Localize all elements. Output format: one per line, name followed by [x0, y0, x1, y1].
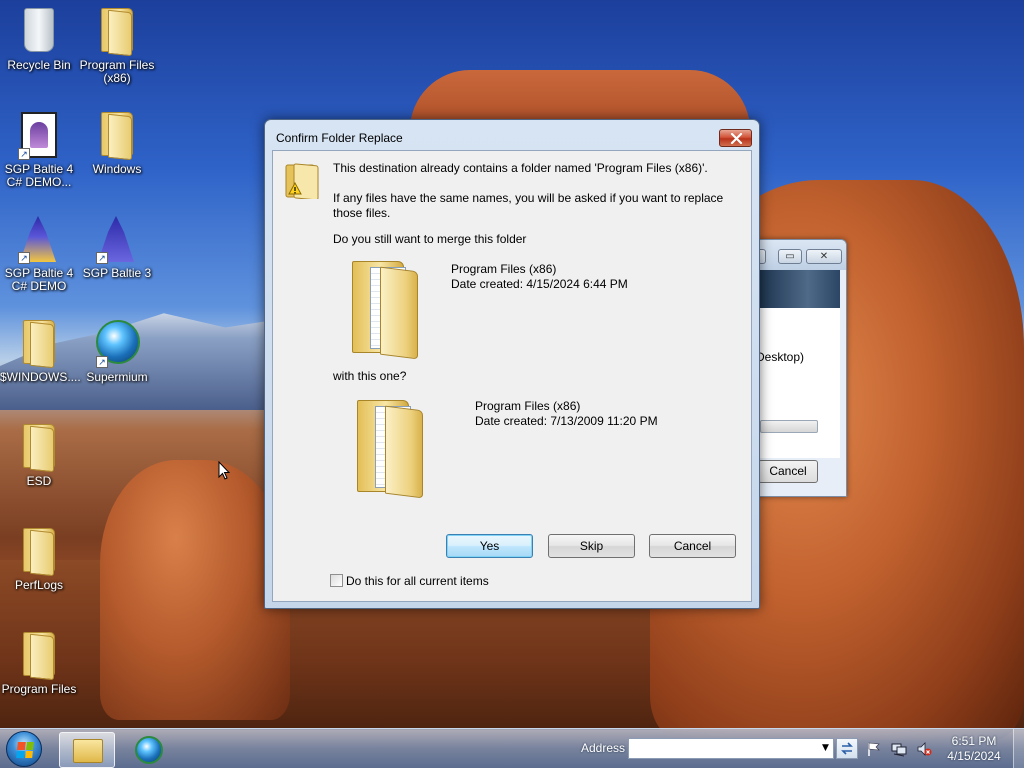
desktop-icon-label: Program Files (x86) [79, 58, 155, 85]
start-button[interactable] [6, 731, 42, 767]
folder-icon [23, 424, 55, 468]
desktop-icon-supermium[interactable]: ↗ Supermium [78, 320, 156, 384]
address-go-button[interactable] [836, 738, 858, 759]
shortcut-arrow-icon: ↗ [18, 148, 30, 160]
desktop-icon-recycle-bin[interactable]: Recycle Bin [0, 8, 78, 72]
cancel-button[interactable]: Cancel [649, 534, 736, 558]
chevron-down-icon[interactable]: ▼ [818, 739, 833, 758]
refresh-arrows-icon [841, 742, 853, 755]
desktop-icon-label: SGP Baltie 4 C# DEMO... [4, 162, 74, 189]
copy-progress-bar [760, 420, 818, 433]
desktop-icon-program-files[interactable]: Program Files [0, 632, 78, 696]
system-clock[interactable]: 6:51 PM 4/15/2024 [944, 734, 1004, 764]
folder-icon [23, 320, 55, 364]
folder-icon [73, 739, 103, 763]
folder-icon [101, 112, 133, 156]
desktop-icon-windows[interactable]: Windows [78, 112, 156, 176]
shortcut-arrow-icon: ↗ [18, 252, 30, 264]
desktop-icon-windows-bt[interactable]: $WINDOWS.... [0, 320, 81, 384]
address-input[interactable] [628, 738, 834, 759]
close-button[interactable]: ✕ [806, 249, 842, 264]
desktop-icon-perflogs[interactable]: PerfLogs [0, 528, 78, 592]
skip-button[interactable]: Skip [548, 534, 635, 558]
taskbar-explorer-button[interactable] [59, 732, 115, 768]
folder-icon [23, 632, 55, 676]
wallpaper-left-rock [100, 460, 290, 720]
maximize-button[interactable]: ▭ [778, 249, 802, 264]
source-folder-date: Date created: 4/15/2024 6:44 PM [451, 277, 628, 291]
desktop-icon-label: Recycle Bin [7, 58, 71, 72]
dialog-detail: If any files have the same names, you wi… [333, 191, 724, 220]
show-desktop-button[interactable] [1013, 729, 1024, 768]
copy-progress-body [760, 308, 840, 458]
close-icon [730, 133, 743, 144]
yes-button[interactable]: Yes [446, 534, 533, 558]
desktop-icon-label: PerfLogs [14, 578, 64, 592]
volume-muted-icon[interactable] [916, 741, 932, 757]
do-this-for-all-checkbox[interactable] [330, 574, 343, 587]
mouse-pointer-icon [218, 461, 230, 480]
dialog-question: Do you still want to merge this folder [333, 232, 527, 246]
desktop-icon-program-files-x86[interactable]: Program Files (x86) [78, 8, 156, 85]
desktop-icon-label: Supermium [86, 370, 148, 384]
source-folder-name: Program Files (x86) [451, 262, 557, 276]
action-center-flag-icon[interactable] [866, 741, 882, 757]
dialog-close-button[interactable] [719, 129, 752, 147]
copy-progress-banner [760, 270, 840, 308]
with-this-one-text: with this one? [333, 369, 407, 383]
copy-cancel-button[interactable]: Cancel [758, 460, 818, 483]
address-toolbar-label: Address [581, 741, 626, 755]
dialog-titlebar[interactable]: Confirm Folder Replace [265, 120, 759, 150]
desktop-icon-sgp-baltie-4-demo-shortcut[interactable]: ↗ SGP Baltie 4 C# DEMO... [0, 112, 78, 189]
taskbar-supermium-button[interactable] [122, 732, 178, 768]
desktop-icon-sgp-baltie-4-demo[interactable]: ↗ SGP Baltie 4 C# DEMO [0, 216, 78, 293]
dialog-message: This destination already contains a fold… [333, 161, 708, 175]
copy-destination-text: Desktop) [756, 350, 804, 364]
desktop-icon-label: ESD [26, 474, 52, 488]
taskbar: Address ▼ 6:51 PM 4/15/2024 [0, 728, 1024, 768]
clock-time: 6:51 PM [951, 734, 997, 748]
windows-logo-icon [16, 742, 34, 758]
desktop-icon-label: SGP Baltie 4 C# DEMO [4, 266, 74, 293]
copy-progress-dialog[interactable]: ▭ ✕ Desktop) Cancel [755, 239, 847, 497]
folder-warning-icon [285, 163, 319, 199]
dialog-title: Confirm Folder Replace [276, 131, 403, 145]
clock-date: 4/15/2024 [947, 749, 1001, 763]
shortcut-arrow-icon: ↗ [96, 356, 108, 368]
recycle-bin-icon [24, 8, 54, 52]
desktop-icon-label: Windows [92, 162, 142, 176]
folder-icon [23, 528, 55, 572]
do-this-for-all-label[interactable]: Do this for all current items [346, 574, 489, 588]
desktop-icon-label: $WINDOWS.... [0, 370, 81, 384]
network-icon[interactable] [891, 741, 907, 757]
desktop-icon-sgp-baltie-3[interactable]: ↗ SGP Baltie 3 [78, 216, 156, 280]
destination-folder-date: Date created: 7/13/2009 11:20 PM [475, 414, 658, 428]
desktop-icon-label: Program Files [1, 682, 77, 696]
desktop-icon-label: SGP Baltie 3 [82, 266, 152, 280]
supermium-browser-icon [135, 736, 163, 764]
folder-icon [101, 8, 133, 52]
destination-folder-name: Program Files (x86) [475, 399, 581, 413]
desktop-icon-esd[interactable]: ESD [0, 424, 78, 488]
shortcut-arrow-icon: ↗ [96, 252, 108, 264]
